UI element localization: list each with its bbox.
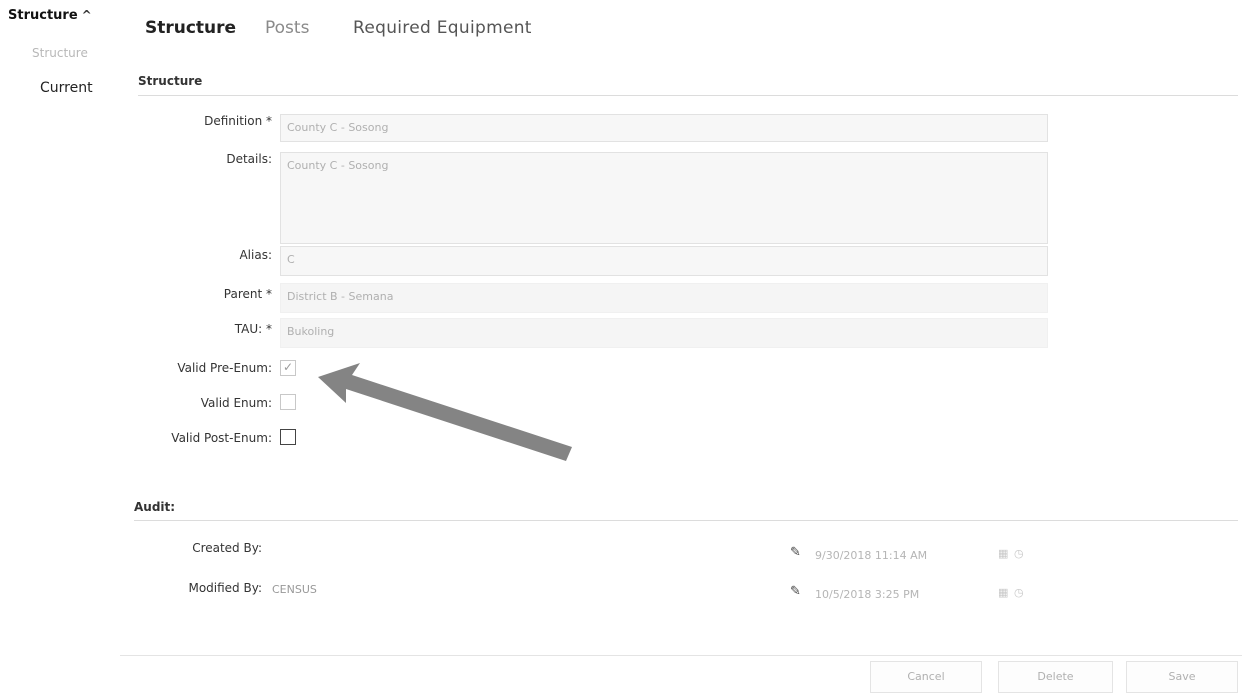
pencil-icon[interactable]: ✎ xyxy=(790,584,801,599)
calendar-icon[interactable]: ▦ xyxy=(998,586,1008,599)
audit-divider xyxy=(134,520,1238,521)
valid-pre-enum-checkbox[interactable]: ✓ xyxy=(280,360,296,376)
pencil-icon[interactable]: ✎ xyxy=(790,545,801,560)
calendar-icon[interactable]: ▦ xyxy=(998,547,1008,560)
alias-label: Alias: xyxy=(239,248,272,262)
alias-field[interactable]: C xyxy=(280,246,1048,276)
sidebar-title: Structure xyxy=(8,8,78,23)
clock-icon[interactable]: ◷ xyxy=(1014,547,1024,560)
tab-posts[interactable]: Posts xyxy=(265,18,309,38)
valid-post-enum-label: Valid Post-Enum: xyxy=(171,431,272,445)
tab-required-equipment[interactable]: Required Equipment xyxy=(353,18,532,38)
section-title-structure: Structure xyxy=(138,74,203,88)
details-label: Details: xyxy=(226,152,272,166)
section-title-audit: Audit: xyxy=(134,500,176,514)
parent-select[interactable]: District B - Semana xyxy=(280,283,1048,313)
clock-icon[interactable]: ◷ xyxy=(1014,586,1024,599)
valid-enum-label: Valid Enum: xyxy=(200,396,272,410)
tau-select[interactable]: Bukoling xyxy=(280,318,1048,348)
valid-post-enum-checkbox[interactable] xyxy=(280,429,296,445)
checkmark-icon: ✓ xyxy=(282,360,294,374)
save-button[interactable]: Save xyxy=(1126,661,1238,693)
details-textarea[interactable]: County C - Sosong xyxy=(280,152,1048,244)
sidebar-item-structure[interactable]: Structure xyxy=(32,46,88,60)
definition-field[interactable]: County C - Sosong xyxy=(280,114,1048,142)
tau-label: TAU: * xyxy=(234,322,272,336)
created-date: 9/30/2018 11:14 AM xyxy=(815,549,928,562)
modified-date: 10/5/2018 3:25 PM xyxy=(815,588,920,601)
modified-by-value: CENSUS xyxy=(272,583,317,596)
definition-label: Definition * xyxy=(204,114,272,128)
tab-structure[interactable]: Structure xyxy=(145,18,236,38)
parent-label: Parent * xyxy=(223,287,272,301)
section-divider xyxy=(138,95,1238,96)
created-by-label: Created By: xyxy=(192,541,262,555)
cancel-button[interactable]: Cancel xyxy=(870,661,982,693)
valid-pre-enum-label: Valid Pre-Enum: xyxy=(177,361,272,375)
sidebar: Structure ^ Structure Current xyxy=(0,0,112,695)
annotation-arrow-icon xyxy=(318,363,572,461)
sidebar-section-structure[interactable]: Structure ^ xyxy=(8,8,92,23)
footer-divider xyxy=(120,655,1242,656)
valid-enum-checkbox[interactable] xyxy=(280,394,296,410)
modified-by-label: Modified By: xyxy=(188,581,262,595)
sidebar-item-current[interactable]: Current xyxy=(40,80,93,96)
delete-button[interactable]: Delete xyxy=(998,661,1113,693)
chevron-up-icon[interactable]: ^ xyxy=(82,8,92,22)
